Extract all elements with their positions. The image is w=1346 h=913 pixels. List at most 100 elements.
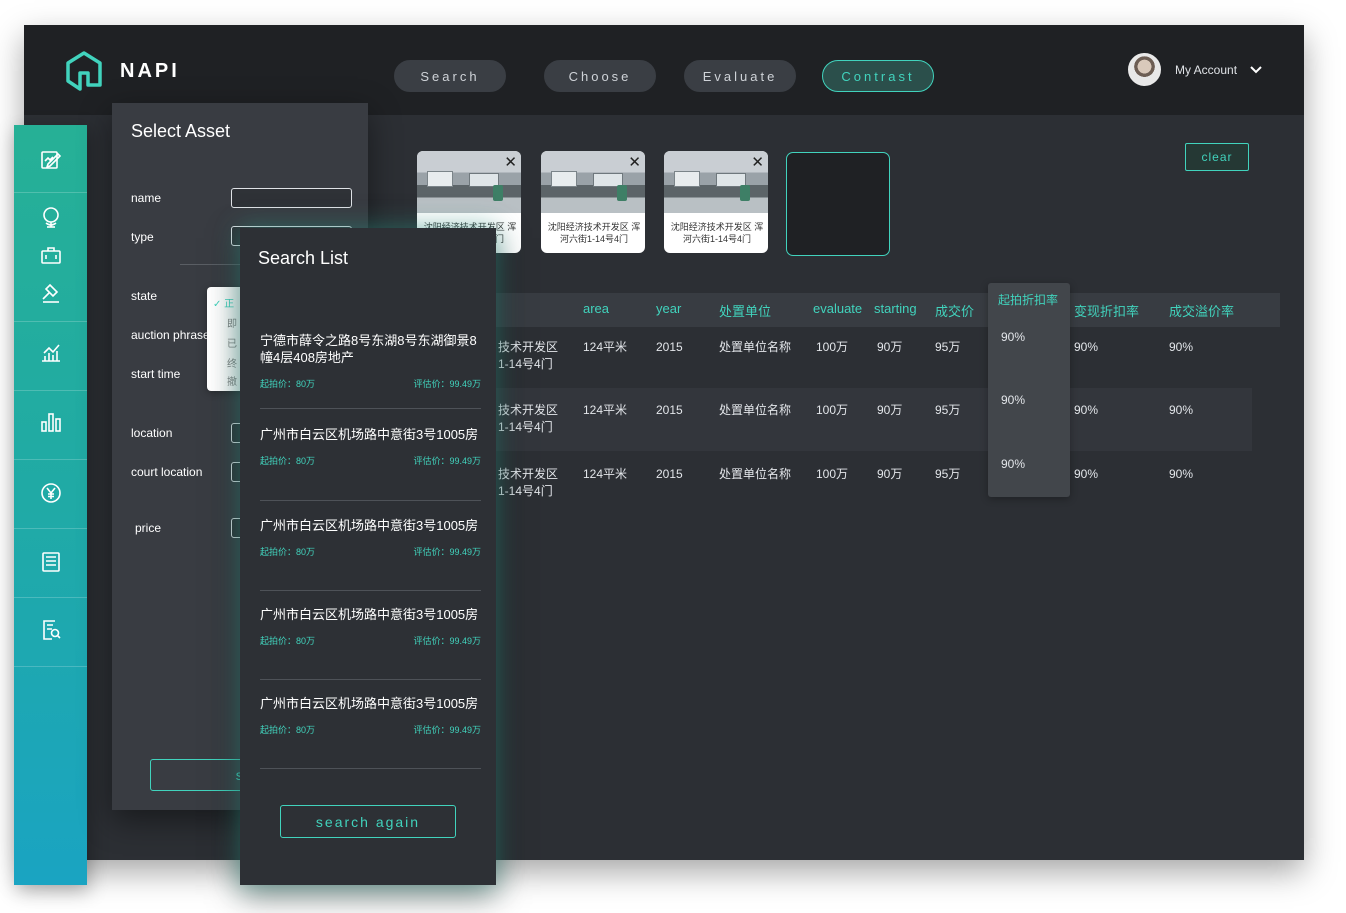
account-name: My Account: [1175, 62, 1238, 77]
table-cell: 90%: [1169, 467, 1194, 481]
state-option[interactable]: 终: [227, 355, 237, 370]
top-bar: NAPI Search Choose Evaluate Contrast My …: [24, 25, 1304, 115]
list-divider: [260, 500, 481, 501]
table-cell: 90万: [877, 340, 903, 354]
nav-search-button[interactable]: Search: [394, 60, 506, 92]
item-address: 宁德市薛令之路8号东湖8号东湖御景8幢4层408房地产: [260, 333, 477, 365]
start-price: 起拍价：80万: [260, 636, 316, 646]
column-header[interactable]: 成交溢价率: [1169, 301, 1234, 320]
nav-evaluate-button[interactable]: Evaluate: [684, 60, 796, 92]
state-label: state: [131, 289, 158, 303]
table-cell: 90万: [877, 467, 903, 481]
table-cell: 处置单位名称: [719, 340, 792, 354]
table-cell: 2015: [656, 403, 683, 417]
item-address: 广州市白云区机场路中意街3号1005房: [260, 427, 479, 442]
eval-price: 评估价：99.49万: [413, 379, 481, 389]
edit-icon[interactable]: [40, 149, 62, 171]
list-item[interactable]: 广州市白云区机场路中意街3号1005房 起拍价：80万 评估价：99.49万: [260, 606, 481, 647]
nav-choose-button[interactable]: Choose: [544, 60, 656, 92]
column-header[interactable]: area: [583, 301, 609, 316]
line-chart-icon[interactable]: [40, 341, 62, 363]
start-price: 起拍价：80万: [260, 379, 316, 389]
table-cell: 95万: [935, 403, 961, 417]
table-row-band: [494, 388, 1252, 451]
close-icon[interactable]: ✕: [628, 153, 641, 171]
empty-compare-slot[interactable]: [786, 152, 890, 256]
state-option[interactable]: 已: [227, 335, 237, 350]
type-label: type: [131, 230, 154, 244]
compare-card[interactable]: ✕ 沈阳经济技术开发区 浑河六街1-14号4门: [664, 151, 768, 253]
nav-contrast-button[interactable]: Contrast: [822, 60, 934, 92]
globe-icon[interactable]: [40, 206, 62, 228]
sidebar: [14, 125, 87, 885]
sidebar-divider: [14, 666, 87, 667]
start-price: 起拍价：80万: [260, 456, 316, 466]
sidebar-divider: [14, 597, 87, 598]
list-divider: [260, 768, 481, 769]
compare-card[interactable]: ✕ 沈阳经济技术开发区 浑河六街1-14号4门: [541, 151, 645, 253]
list-item[interactable]: 广州市白云区机场路中意街3号1005房 起拍价：80万 评估价：99.49万: [260, 695, 481, 736]
close-icon[interactable]: ✕: [751, 153, 764, 171]
brand-name: NAPI: [120, 59, 180, 82]
table-cell: 2015: [656, 340, 683, 354]
list-item[interactable]: 广州市白云区机场路中意街3号1005房 起拍价：80万 评估价：99.49万: [260, 426, 481, 467]
column-header[interactable]: year: [656, 301, 681, 316]
table-cell: 90%: [1169, 403, 1194, 417]
table-cell: 90%: [1169, 340, 1194, 354]
close-icon[interactable]: ✕: [504, 153, 517, 171]
table-cell: 95万: [935, 467, 961, 481]
state-option[interactable]: ✓ 正: [213, 295, 234, 310]
chevron-down-icon[interactable]: [1249, 63, 1263, 77]
column-header[interactable]: 成交价: [935, 301, 974, 320]
search-list-panel: Search List 宁德市薛令之路8号东湖8号东湖御景8幢4层408房地产 …: [240, 228, 496, 885]
item-address: 广州市白云区机场路中意街3号1005房: [260, 696, 479, 711]
column-header[interactable]: 处置单位: [719, 301, 771, 320]
search-again-button[interactable]: search again: [280, 805, 456, 838]
sidebar-divider: [14, 528, 87, 529]
name-label: name: [131, 191, 162, 205]
table-cell: 100万: [816, 340, 849, 354]
location-label: location: [131, 426, 173, 440]
column-header[interactable]: evaluate: [813, 301, 862, 316]
table-cell: 100万: [816, 403, 849, 417]
search-document-icon[interactable]: [40, 619, 62, 641]
panel-title: Search List: [258, 248, 349, 268]
item-address: 广州市白云区机场路中意街3号1005房: [260, 518, 479, 533]
table-cell: 90%: [1001, 330, 1026, 344]
logo[interactable]: NAPI: [62, 49, 180, 93]
list-divider: [260, 408, 481, 409]
table-cell: 技术开发区 1-14号4门: [498, 340, 559, 371]
item-address: 广州市白云区机场路中意街3号1005房: [260, 607, 479, 622]
card-caption: 沈阳经济技术开发区 浑河六街1-14号4门: [670, 222, 764, 244]
state-option[interactable]: 撤: [227, 373, 237, 388]
news-icon[interactable]: [40, 551, 62, 573]
column-header[interactable]: starting: [874, 301, 917, 316]
sidebar-divider: [14, 390, 87, 391]
state-option[interactable]: 即: [227, 315, 237, 330]
sidebar-divider: [14, 459, 87, 460]
list-item[interactable]: 宁德市薛令之路8号东湖8号东湖御景8幢4层408房地产 起拍价：80万 评估价：9…: [260, 332, 481, 390]
price-label: price: [135, 521, 162, 535]
table-cell: 124平米: [583, 340, 628, 354]
yen-icon[interactable]: [40, 482, 62, 504]
clear-button[interactable]: clear: [1185, 143, 1249, 171]
eval-price: 评估价：99.49万: [413, 725, 481, 735]
sidebar-divider: [14, 321, 87, 322]
list-item[interactable]: 广州市白云区机场路中意街3号1005房 起拍价：80万 评估价：99.49万: [260, 517, 481, 558]
gavel-icon[interactable]: [40, 282, 62, 304]
table-cell: 处置单位名称: [719, 403, 792, 417]
table-cell: 处置单位名称: [719, 467, 792, 481]
avatar: [1128, 53, 1161, 86]
account-menu[interactable]: My Account: [1128, 53, 1263, 86]
column-header[interactable]: 起拍折扣率: [998, 291, 1058, 308]
table-cell: 2015: [656, 467, 683, 481]
name-input[interactable]: [231, 188, 352, 208]
column-header[interactable]: 变现折扣率: [1074, 301, 1139, 320]
bar-chart-icon[interactable]: [40, 411, 62, 433]
briefcase-icon[interactable]: [40, 245, 62, 267]
table-cell: 90%: [1001, 393, 1026, 407]
table-cell: 技术开发区 1-14号4门: [498, 467, 559, 498]
start-time-label: start time: [131, 367, 181, 381]
eval-price: 评估价：99.49万: [413, 456, 481, 466]
table-cell: 124平米: [583, 467, 628, 481]
